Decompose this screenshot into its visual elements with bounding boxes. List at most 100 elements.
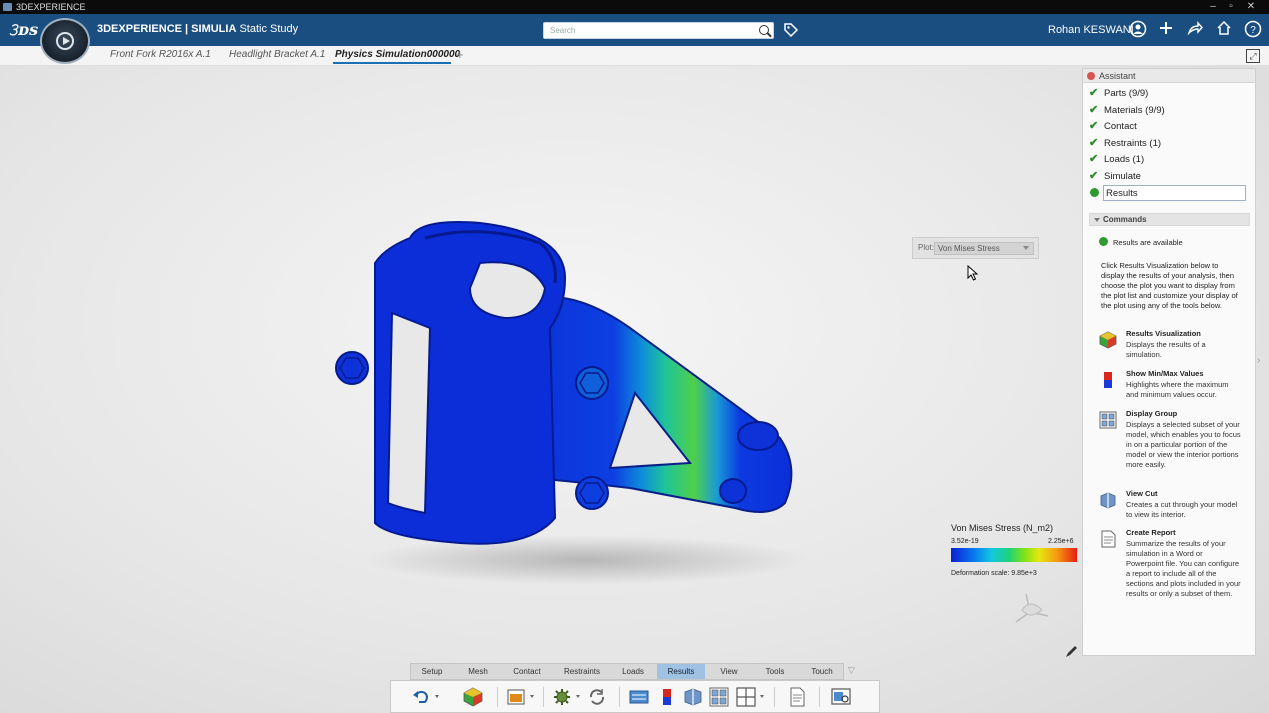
bolt-upper xyxy=(575,366,609,400)
svg-text:?: ? xyxy=(1250,25,1256,36)
more-tabs-chevron-icon[interactable]: ▽ xyxy=(848,665,855,676)
home-icon[interactable] xyxy=(1214,20,1234,40)
plot-menu-chevron-icon[interactable] xyxy=(530,695,534,698)
brand-prefix: 3DEXPERIENCE | xyxy=(97,23,192,35)
ds-logo-icon[interactable]: 𝟹ᴅs xyxy=(8,20,38,40)
report-icon[interactable] xyxy=(787,687,807,707)
user-name[interactable]: Rohan KESWANI xyxy=(1048,24,1134,36)
step-results[interactable]: Results xyxy=(1103,185,1246,201)
active-tab-indicator xyxy=(333,62,451,64)
command-desc: Displays the results of a simulation. xyxy=(1126,340,1206,359)
results-status: Results are available xyxy=(1113,238,1183,247)
tab-front-fork[interactable]: Front Fork R2016x A.1 xyxy=(110,49,211,60)
document-tabs: Front Fork R2016x A.1 Headlight Bracket … xyxy=(0,46,1269,66)
results-visualization-icon xyxy=(1099,331,1117,349)
step-label: Loads (1) xyxy=(1104,154,1145,165)
play-icon xyxy=(56,32,74,50)
compass-play-button[interactable] xyxy=(40,18,90,64)
legend-min-value: 3.52e-19 xyxy=(951,538,979,545)
tab-loads[interactable]: Loads xyxy=(615,664,651,679)
plot-value: Von Mises Stress xyxy=(938,244,1000,253)
deformation-scale: Deformation scale: 9.85e+3 xyxy=(951,570,1037,577)
brand-app: SIMULIA xyxy=(191,23,237,35)
results-visualization-icon[interactable] xyxy=(463,687,483,707)
refresh-icon[interactable] xyxy=(587,687,607,707)
assistant-icon xyxy=(1087,72,1095,80)
toolbar-separator xyxy=(819,687,820,707)
search-icon[interactable] xyxy=(759,25,769,35)
report-icon xyxy=(1101,530,1116,548)
user-avatar-icon[interactable] xyxy=(1128,20,1148,40)
tab-contact[interactable]: Contact xyxy=(505,664,549,679)
tab-headlight-bracket[interactable]: Headlight Bracket A.1 xyxy=(229,49,325,60)
checkmark-icon: ✔ xyxy=(1089,153,1099,165)
action-bar-tabs: Setup Mesh Contact Restraints Loads Resu… xyxy=(410,663,844,680)
share-icon[interactable] xyxy=(1185,20,1205,40)
toolbar-separator xyxy=(497,687,498,707)
view-cut-icon[interactable] xyxy=(683,687,703,707)
step-label: Parts (9/9) xyxy=(1104,88,1149,99)
pencil-icon[interactable] xyxy=(1064,645,1078,659)
tab-restraints[interactable]: Restraints xyxy=(559,664,605,679)
settings-gear-icon[interactable] xyxy=(552,687,572,707)
expand-icon[interactable]: ⤢ xyxy=(1246,49,1260,63)
legend-color-scale[interactable] xyxy=(951,548,1077,562)
plot-selector[interactable]: Plot: Von Mises Stress xyxy=(912,237,1039,259)
tab-view[interactable]: View xyxy=(711,664,747,679)
step-label: Simulate xyxy=(1104,171,1141,182)
command-title: Results Visualization xyxy=(1126,329,1201,338)
search-input[interactable]: Search xyxy=(543,22,774,39)
animate-icon[interactable] xyxy=(629,687,649,707)
undo-icon[interactable] xyxy=(411,687,431,707)
help-icon[interactable]: ? xyxy=(1243,20,1263,40)
plot-dropdown[interactable]: Von Mises Stress xyxy=(934,242,1034,255)
display-group-icon xyxy=(1099,411,1117,429)
tab-results[interactable]: Results xyxy=(657,664,705,679)
min-max-icon[interactable] xyxy=(657,687,677,707)
tag-icon[interactable] xyxy=(783,22,799,38)
assistant-title: Assistant xyxy=(1099,71,1136,81)
action-toolbar xyxy=(390,680,880,713)
add-tab-button[interactable]: + xyxy=(456,47,464,62)
view-cut-icon xyxy=(1100,492,1116,509)
brand-suffix: Static Study xyxy=(236,23,299,35)
tab-tools[interactable]: Tools xyxy=(757,664,793,679)
toolbar-separator xyxy=(543,687,544,707)
panel-collapse-icon[interactable]: › xyxy=(1257,355,1260,366)
command-desc: Displays a selected subset of your model… xyxy=(1126,420,1241,469)
bracket-model[interactable] xyxy=(330,218,810,548)
tab-touch[interactable]: Touch xyxy=(803,664,841,679)
layout-menu-chevron-icon[interactable] xyxy=(760,695,764,698)
command-title: Display Group xyxy=(1126,409,1178,418)
capture-image-icon[interactable] xyxy=(831,687,851,707)
tab-physics-simulation[interactable]: Physics Simulation000000 xyxy=(335,49,460,60)
current-step-icon xyxy=(1090,188,1099,197)
bolt-lower xyxy=(575,476,609,510)
command-title: Create Report xyxy=(1126,528,1176,537)
legend-max-value: 2.25e+6 xyxy=(1048,538,1074,545)
command-desc: Creates a cut through your model to view… xyxy=(1126,500,1238,519)
maximize-button[interactable]: ▫ xyxy=(1222,0,1240,14)
display-group-icon[interactable] xyxy=(709,687,729,707)
axis-triad-icon[interactable] xyxy=(1010,588,1054,626)
add-icon[interactable] xyxy=(1156,20,1176,40)
close-button[interactable]: ✕ xyxy=(1242,0,1260,14)
toolbar-separator xyxy=(619,687,620,707)
settings-menu-chevron-icon[interactable] xyxy=(576,695,580,698)
undo-menu-chevron-icon[interactable] xyxy=(435,695,439,698)
commands-intro: Click Results Visualization below to dis… xyxy=(1101,261,1238,310)
minimize-button[interactable]: – xyxy=(1204,0,1222,14)
tab-setup[interactable]: Setup xyxy=(411,664,453,679)
command-title: View Cut xyxy=(1126,489,1158,498)
command-desc: Highlights where the maximum and minimum… xyxy=(1126,380,1229,399)
step-label: Materials (9/9) xyxy=(1104,105,1165,116)
tab-mesh[interactable]: Mesh xyxy=(458,664,498,679)
plot-window-icon[interactable] xyxy=(506,687,526,707)
step-label: Contact xyxy=(1104,121,1137,132)
status-dot-icon xyxy=(1099,237,1108,246)
window-title-bar: 3DEXPERIENCE – ▫ ✕ xyxy=(0,0,1269,14)
commands-header[interactable]: Commands xyxy=(1089,213,1250,226)
app-title: 3DEXPERIENCE | SIMULIA Static Study xyxy=(97,23,298,35)
checkmark-icon: ✔ xyxy=(1089,104,1099,116)
layout-grid-icon[interactable] xyxy=(736,687,756,707)
